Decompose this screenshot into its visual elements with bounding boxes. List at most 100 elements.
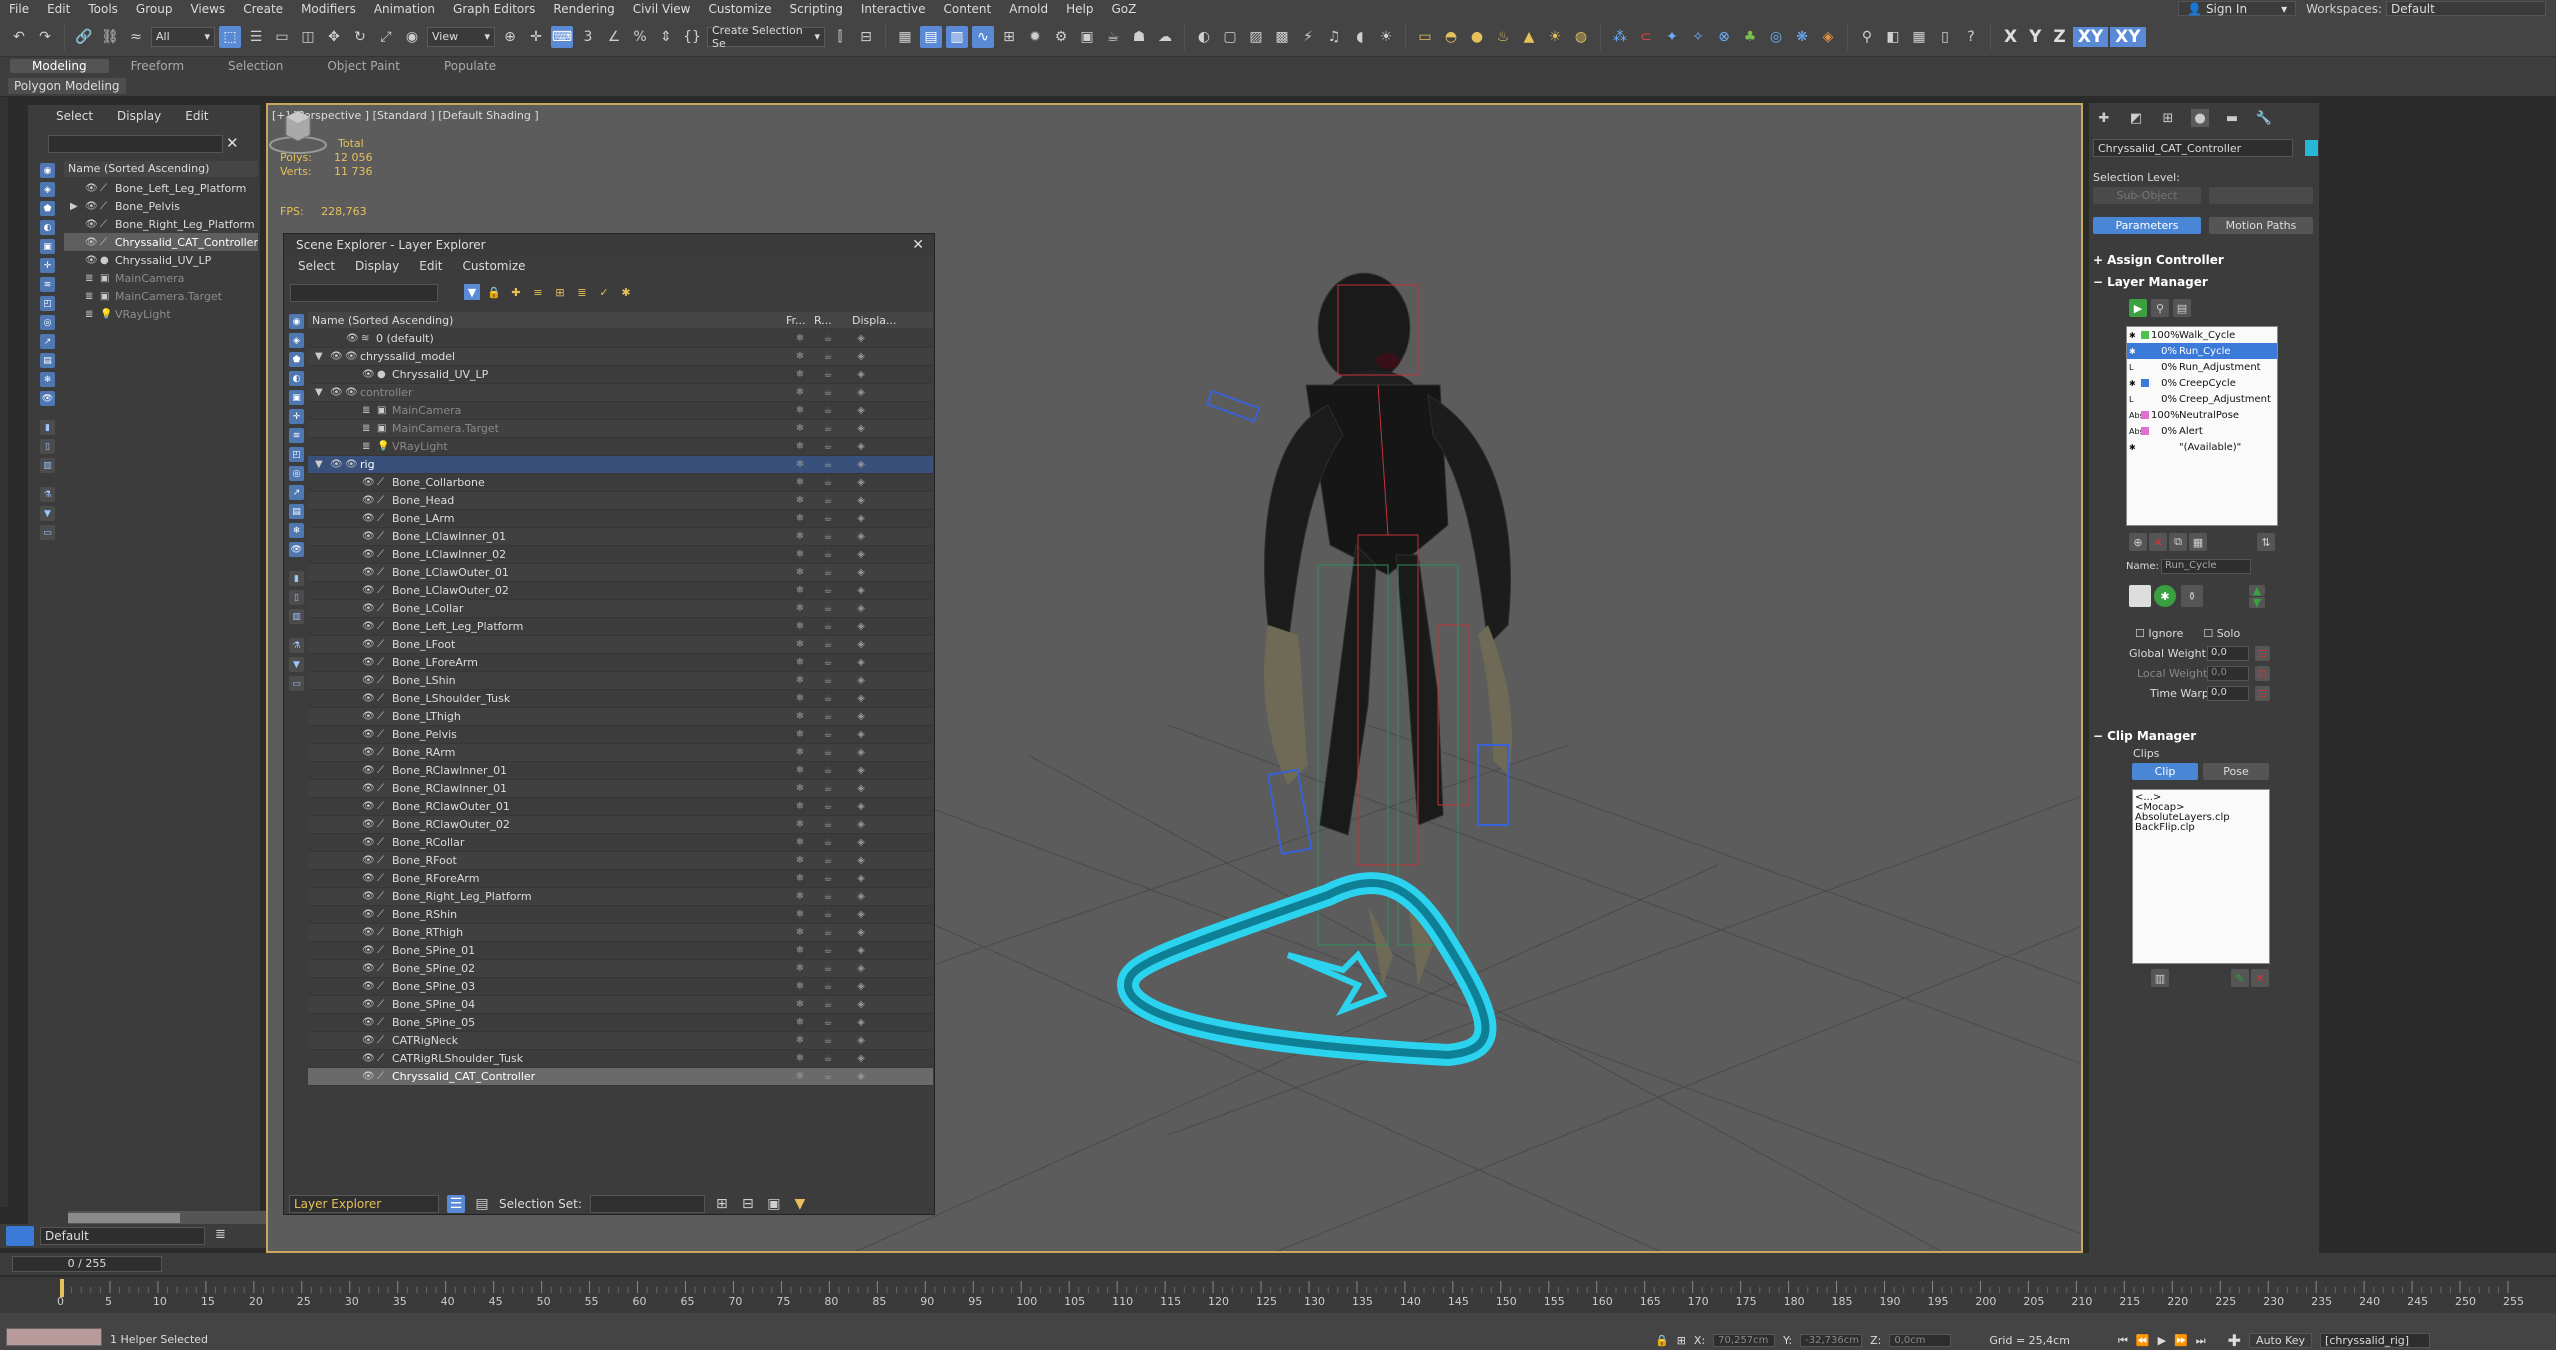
sub-object-level-dropdown[interactable] bbox=[2209, 187, 2313, 204]
display-toggle-icon[interactable]: ◈ bbox=[842, 891, 880, 902]
chevron-down-icon[interactable]: ▼ bbox=[315, 459, 327, 470]
x-coordinate[interactable]: 70,257cm bbox=[1713, 1334, 1776, 1347]
particles-icon[interactable]: ⁂ bbox=[1609, 26, 1631, 48]
layer-menu-customize[interactable]: Customize bbox=[463, 259, 526, 276]
hidden-icon[interactable]: 👁 bbox=[40, 391, 55, 406]
render-toggle-icon[interactable]: ☕ bbox=[814, 1071, 842, 1082]
freeze-toggle-icon[interactable]: ❄ bbox=[786, 963, 814, 974]
eye-icon[interactable]: 👁 bbox=[362, 531, 375, 542]
solo-checkbox[interactable]: ☐ Solo bbox=[2203, 627, 2240, 640]
xref-icon[interactable]: ◎ bbox=[289, 466, 304, 481]
freeze-toggle-icon[interactable]: ❄ bbox=[786, 729, 814, 740]
geometry-icon[interactable]: ◈ bbox=[40, 182, 55, 197]
freeze-toggle-icon[interactable]: ❄ bbox=[786, 909, 814, 920]
display-toggle-icon[interactable]: ◈ bbox=[842, 423, 880, 434]
freeze-toggle-icon[interactable]: ❄ bbox=[786, 423, 814, 434]
explorer-menu-select[interactable]: Select bbox=[56, 109, 93, 127]
freeze-toggle-icon[interactable]: ❄ bbox=[786, 837, 814, 848]
display-toggle-icon[interactable]: ◈ bbox=[842, 1071, 880, 1082]
axis-constraint-xy-4[interactable]: XY bbox=[2110, 26, 2146, 47]
explorer-menu-edit[interactable]: Edit bbox=[185, 109, 208, 127]
invert-icon[interactable]: ▥ bbox=[289, 609, 304, 624]
table-row[interactable]: ≣ ▣ MainCamera.Target ❄ ☕ ◈ bbox=[308, 420, 933, 438]
display-toggle-icon[interactable]: ◈ bbox=[842, 351, 880, 362]
freeze-toggle-icon[interactable]: ❄ bbox=[786, 945, 814, 956]
freeze-toggle-icon[interactable]: ❄ bbox=[786, 513, 814, 524]
table-row[interactable]: 👁 ⟋ Bone_LThigh ❄ ☕ ◈ bbox=[308, 708, 933, 726]
viewcube[interactable] bbox=[268, 105, 328, 155]
eye-icon[interactable]: 👁 bbox=[362, 873, 375, 884]
layer-menu-select[interactable]: Select bbox=[298, 259, 335, 276]
layer-up-icon[interactable]: ▲ bbox=[2249, 584, 2265, 597]
render-production-icon[interactable]: ☕ bbox=[1102, 26, 1124, 48]
display-toggle-icon[interactable]: ◈ bbox=[842, 855, 880, 866]
time-slider[interactable]: 0 / 255 bbox=[0, 1253, 2556, 1275]
auto-key-button[interactable]: Auto Key bbox=[2249, 1333, 2313, 1348]
magnify-icon[interactable]: ⚲ bbox=[1856, 26, 1878, 48]
eye-icon[interactable]: 👁 bbox=[362, 567, 375, 578]
teapot-icon[interactable]: ♨ bbox=[1492, 26, 1514, 48]
eye-icon[interactable]: 👁 bbox=[362, 639, 375, 650]
cat-icon[interactable]: ◈ bbox=[1817, 26, 1839, 48]
save-clip-icon[interactable]: ▥ bbox=[2151, 969, 2169, 987]
current-layer-dropdown[interactable]: Default bbox=[40, 1227, 205, 1245]
display-toggle-icon[interactable]: ◈ bbox=[842, 945, 880, 956]
render-toggle-icon[interactable]: ☕ bbox=[814, 783, 842, 794]
eye-icon[interactable]: 👁 bbox=[362, 477, 375, 488]
all-icon[interactable]: ▮ bbox=[40, 420, 55, 435]
menu-item-goz[interactable]: GoZ bbox=[1102, 2, 1145, 16]
table-row[interactable]: 👁 ⟋ Bone_RCollar ❄ ☕ ◈ bbox=[308, 834, 933, 852]
table-row[interactable]: 👁 ⟋ Bone_Collarbone ❄ ☕ ◈ bbox=[308, 474, 933, 492]
next-frame-icon[interactable]: ⏩ bbox=[2174, 1334, 2188, 1347]
ribbon-tab-freeform[interactable]: Freeform bbox=[109, 59, 206, 73]
angle-snap-icon[interactable]: ∠ bbox=[603, 26, 625, 48]
explorer-menu-display[interactable]: Display bbox=[117, 109, 161, 127]
render-toggle-icon[interactable]: ☕ bbox=[814, 819, 842, 830]
freeze-toggle-icon[interactable]: ❄ bbox=[786, 927, 814, 938]
axis-constraint-y-1[interactable]: Y bbox=[2024, 27, 2046, 47]
freeze-toggle-icon[interactable]: ❄ bbox=[786, 981, 814, 992]
sync-icon[interactable]: ⚗ bbox=[40, 487, 55, 502]
sync-icon[interactable]: ⚗ bbox=[289, 638, 304, 653]
layer-menu-edit[interactable]: Edit bbox=[419, 259, 442, 276]
toggle-ribbon-icon[interactable]: ▥ bbox=[946, 25, 968, 48]
layer-stack-icon[interactable]: ≣ bbox=[85, 273, 97, 284]
motion-paths-button[interactable]: Motion Paths bbox=[2209, 217, 2313, 234]
assign-controller-rollout[interactable]: + Assign Controller bbox=[2093, 253, 2315, 267]
table-row[interactable]: 👁 ⟋ Bone_LShoulder_Tusk ❄ ☕ ◈ bbox=[308, 690, 933, 708]
table-row[interactable]: 👁 ⟋ Bone_RFoot ❄ ☕ ◈ bbox=[308, 852, 933, 870]
lock-icon[interactable]: 🔒 bbox=[486, 284, 502, 300]
table-row[interactable]: ≣ 💡 VRayLight ❄ ☕ ◈ bbox=[308, 438, 933, 456]
eye-icon[interactable]: 👁 bbox=[362, 513, 375, 524]
menu-item-customize[interactable]: Customize bbox=[699, 2, 780, 16]
freeze-toggle-icon[interactable]: ❄ bbox=[786, 1017, 814, 1028]
table-row[interactable]: 👁 ● Chryssalid_UV_LP ❄ ☕ ◈ bbox=[308, 366, 933, 384]
display-toggle-icon[interactable]: ◈ bbox=[842, 387, 880, 398]
render-toggle-icon[interactable]: ☕ bbox=[814, 675, 842, 686]
table-row[interactable]: 👁 ⟋ Bone_RShin ❄ ☕ ◈ bbox=[308, 906, 933, 924]
ribbon-tab-object-paint[interactable]: Object Paint bbox=[305, 59, 422, 73]
render-toggle-icon[interactable]: ☕ bbox=[814, 549, 842, 560]
freeze-toggle-icon[interactable]: ❄ bbox=[786, 747, 814, 758]
eye-icon[interactable]: 👁 bbox=[362, 1053, 375, 1064]
layer-stack-icon[interactable]: ≣ bbox=[574, 284, 590, 300]
edit-selection-set-icon[interactable]: ▣ bbox=[765, 1195, 783, 1213]
list-item[interactable]: <...> bbox=[2135, 792, 2267, 803]
mirror-icon[interactable]: ⫿ bbox=[829, 26, 851, 48]
display-toggle-icon[interactable]: ◈ bbox=[842, 747, 880, 758]
weight-curve-icon[interactable]: ✱ bbox=[2154, 585, 2176, 607]
eye-icon[interactable]: 👁 bbox=[362, 855, 375, 866]
table-row[interactable]: 👁 ⟋ Bone_RClawOuter_01 ❄ ☕ ◈ bbox=[308, 798, 933, 816]
layer-menu-display[interactable]: Display bbox=[355, 259, 399, 276]
goto-start-icon[interactable]: ⏮ bbox=[2118, 1334, 2128, 1348]
menu-item-edit[interactable]: Edit bbox=[38, 2, 79, 16]
filter-icon[interactable]: ▼ bbox=[289, 657, 304, 672]
y-coordinate[interactable]: -32,736cm bbox=[1800, 1334, 1863, 1347]
eye-icon[interactable]: 👁 bbox=[85, 183, 98, 194]
select-manipulate-icon[interactable]: ✛ bbox=[525, 26, 547, 48]
layer-stack-icon[interactable]: ≣ bbox=[85, 309, 97, 320]
bind-space-warp-icon[interactable]: ≈ bbox=[125, 26, 147, 48]
freeze-toggle-icon[interactable]: ❄ bbox=[786, 891, 814, 902]
keyboard-shortcut-icon[interactable]: ⌨ bbox=[551, 25, 573, 48]
time-warp-key-icon[interactable]: ⊡ bbox=[2255, 686, 2270, 701]
